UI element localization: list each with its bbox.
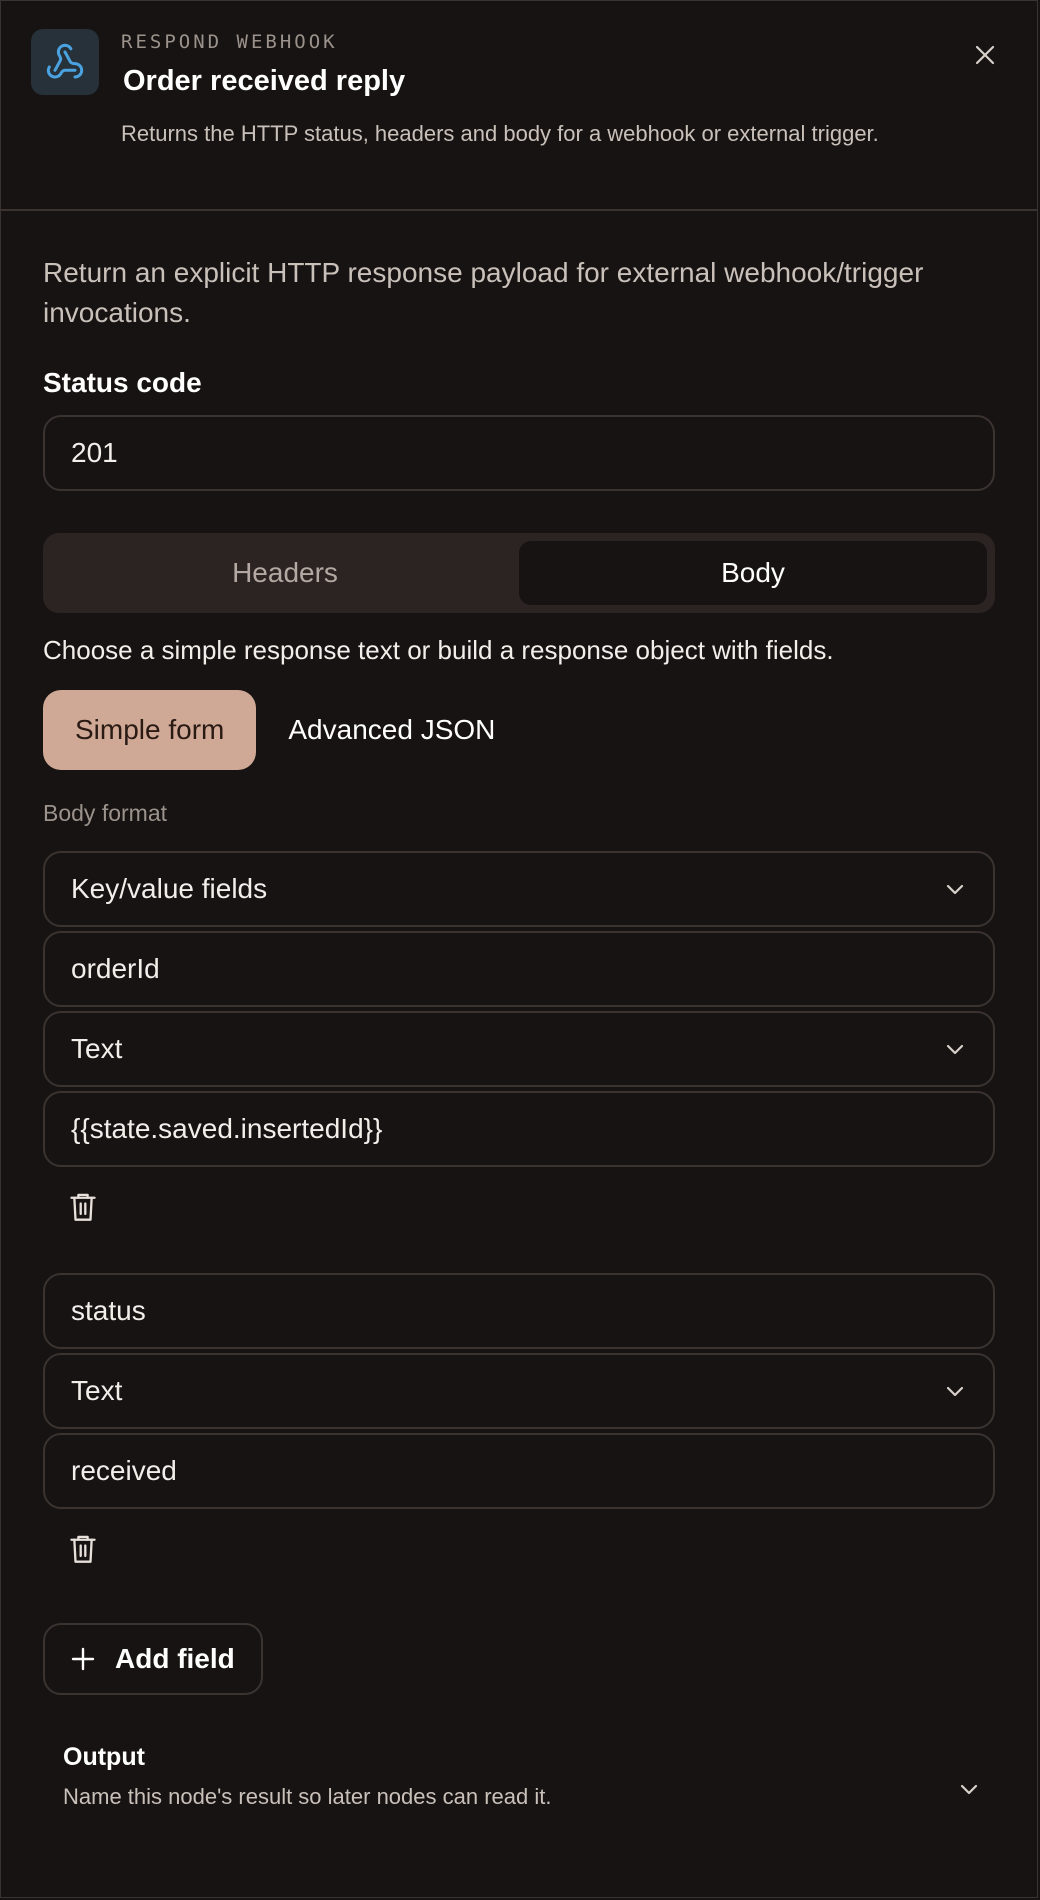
status-code-label: Status code	[43, 367, 202, 398]
body-mode-toggle: Simple form Advanced JSON	[43, 690, 995, 770]
body-format-value: Key/value fields	[71, 873, 268, 904]
simple-form-button[interactable]: Simple form	[43, 690, 257, 770]
status-code-value: 201	[71, 437, 118, 468]
node-type-label: RESPOND WEBHOOK	[121, 31, 338, 53]
chevron-down-icon[interactable]	[957, 1777, 981, 1801]
field-type-value: Text	[71, 1033, 123, 1064]
node-title: Order received reply	[123, 65, 406, 97]
trash-icon	[70, 1193, 96, 1221]
delete-field-button[interactable]	[63, 1529, 103, 1569]
webhook-icon	[31, 29, 99, 95]
tab-headers[interactable]: Headers	[51, 541, 519, 605]
panel-header: RESPOND WEBHOOK Order received reply Ret…	[1, 1, 1037, 211]
delete-field-button[interactable]	[63, 1187, 103, 1227]
close-button[interactable]	[969, 39, 1001, 71]
field-key-input[interactable]: status	[43, 1273, 995, 1349]
add-field-button[interactable]: Add field	[43, 1623, 263, 1695]
advanced-json-button[interactable]: Advanced JSON	[256, 690, 527, 770]
field-type-value: Text	[71, 1375, 123, 1406]
status-code-input[interactable]: 201	[43, 415, 995, 491]
field-type-select[interactable]: Text	[43, 1011, 995, 1087]
field-value-text: {{state.saved.insertedId}}	[71, 1113, 383, 1144]
node-description: Return an explicit HTTP response payload…	[43, 257, 924, 328]
field-value-input[interactable]: {{state.saved.insertedId}}	[43, 1091, 995, 1167]
respond-webhook-panel: RESPOND WEBHOOK Order received reply Ret…	[0, 0, 1038, 1898]
field-key-input[interactable]: orderId	[43, 931, 995, 1007]
field-key-value: status	[71, 1295, 146, 1326]
body-hint: Choose a simple response text or build a…	[43, 635, 834, 665]
chevron-down-icon	[946, 1044, 964, 1055]
field-value-input[interactable]: received	[43, 1433, 995, 1509]
chevron-down-icon	[946, 1386, 964, 1397]
plus-icon	[71, 1647, 95, 1671]
body-format-select[interactable]: Key/value fields	[43, 851, 995, 927]
body-format-label: Body format	[43, 800, 167, 826]
body-field-group: status Text received	[43, 1273, 995, 1569]
output-subtitle: Name this node's result so later nodes c…	[63, 1784, 552, 1809]
tab-body[interactable]: Body	[519, 541, 987, 605]
field-key-value: orderId	[71, 953, 160, 984]
output-title: Output	[63, 1743, 145, 1771]
headers-body-tabs: Headers Body	[43, 533, 995, 613]
close-icon	[975, 45, 995, 65]
node-subtitle: Returns the HTTP status, headers and bod…	[121, 121, 879, 146]
panel-content: Return an explicit HTTP response payload…	[1, 253, 1037, 1837]
trash-icon	[70, 1535, 96, 1563]
output-section[interactable]: Output Name this node's result so later …	[43, 1737, 995, 1837]
field-value-text: received	[71, 1455, 177, 1486]
body-field-group: orderId Text {{state.saved.insertedId}}	[43, 931, 995, 1227]
chevron-down-icon	[946, 884, 964, 895]
add-field-label: Add field	[115, 1643, 235, 1674]
field-type-select[interactable]: Text	[43, 1353, 995, 1429]
